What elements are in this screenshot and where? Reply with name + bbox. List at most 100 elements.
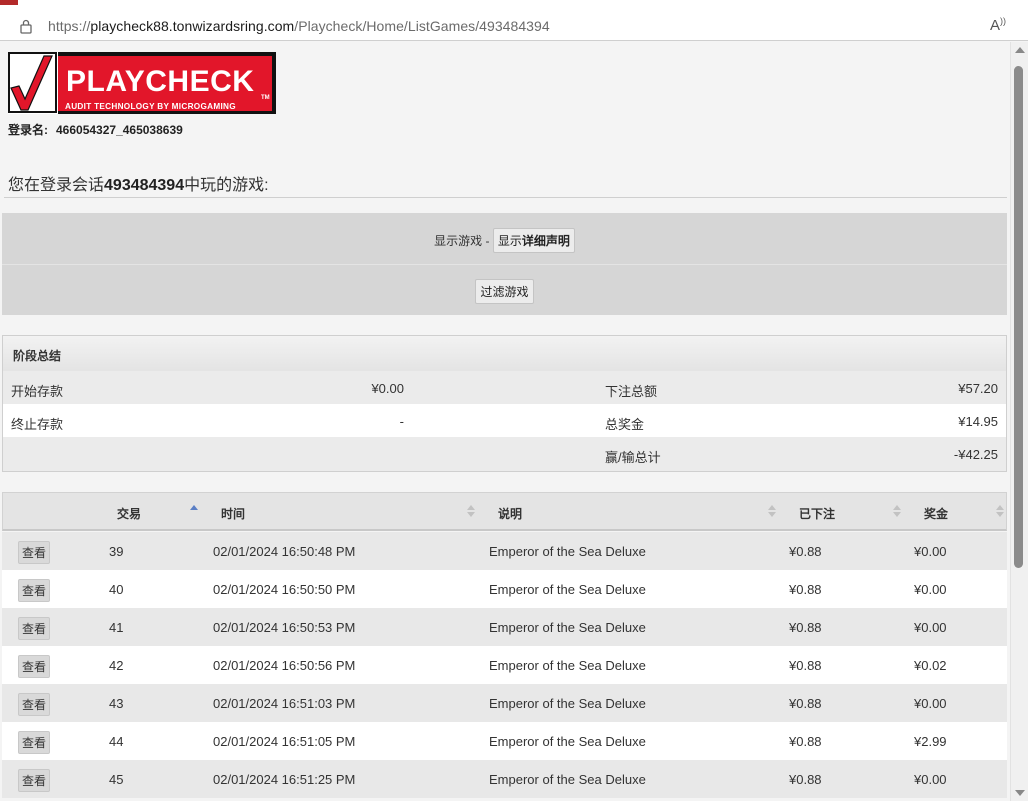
table-body: 查看 39 02/01/2024 16:50:48 PM Emperor of the…: [2, 532, 1007, 798]
transaction-cell: 42: [109, 658, 124, 673]
bet-cell: ¥0.88: [789, 734, 822, 749]
view-button[interactable]: 查看: [18, 541, 51, 564]
closing-balance-label: 终止存款: [11, 417, 64, 432]
login-value: 466054327_465038639: [56, 123, 183, 137]
url-host: playcheck88.tonwizardsring.com: [90, 18, 295, 34]
view-button[interactable]: 查看: [18, 617, 51, 640]
transaction-cell: 43: [109, 696, 124, 711]
playcheck-logo: PLAYCHECK TM AUDIT TECHNOLOGY BY MICROGA…: [8, 52, 276, 114]
filter-games-button[interactable]: 过滤游戏: [475, 279, 534, 304]
url-prefix: https://: [48, 18, 91, 34]
sort-icon[interactable]: [768, 505, 776, 519]
vertical-scrollbar[interactable]: [1010, 42, 1028, 801]
description-cell: Emperor of the Sea Deluxe: [489, 582, 646, 597]
win-cell: ¥0.00: [914, 696, 947, 711]
table-row: 查看 43 02/01/2024 16:51:03 PM Emperor of the…: [2, 684, 1007, 722]
description-cell: Emperor of the Sea Deluxe: [489, 658, 646, 673]
opening-balance-label: 开始存款: [11, 384, 64, 399]
description-cell: Emperor of the Sea Deluxe: [489, 772, 646, 787]
column-header-transaction[interactable]: 交易: [117, 505, 141, 522]
logo-tm: TM: [261, 95, 270, 101]
transaction-cell: 41: [109, 620, 124, 635]
scroll-down-icon[interactable]: [1015, 790, 1025, 796]
column-header-bet[interactable]: 已下注: [799, 505, 835, 522]
show-detailed-statement-button[interactable]: 显示详细声明: [492, 228, 575, 253]
period-summary-panel: 阶段总结 开始存款 ¥0.00 下注总额 ¥57.20 终止存款 - 总奖金 ¥…: [2, 335, 1007, 472]
bet-cell: ¥0.88: [789, 544, 822, 559]
view-button[interactable]: 查看: [18, 579, 51, 602]
closing-balance-value: -: [399, 414, 404, 429]
opening-balance-value: ¥0.00: [371, 381, 404, 396]
time-cell: 02/01/2024 16:51:05 PM: [213, 734, 356, 749]
bet-cell: ¥0.88: [789, 658, 822, 673]
time-cell: 02/01/2024 16:50:50 PM: [213, 582, 356, 597]
login-label: 登录名:: [8, 123, 48, 137]
time-cell: 02/01/2024 16:51:03 PM: [213, 696, 356, 711]
column-header-description[interactable]: 说明: [498, 505, 522, 522]
sort-icon[interactable]: [893, 505, 901, 519]
sort-ascending-icon[interactable]: [190, 505, 198, 519]
total-win-label: 总奖金: [605, 417, 645, 432]
summary-header: 阶段总结: [3, 336, 1006, 371]
address-bar[interactable]: https://playcheck88.tonwizardsring.com/P…: [0, 11, 1028, 41]
description-cell: Emperor of the Sea Deluxe: [489, 734, 646, 749]
transaction-cell: 45: [109, 772, 124, 787]
sort-icon[interactable]: [996, 505, 1004, 519]
table-row: 查看 44 02/01/2024 16:51:05 PM Emperor of the…: [2, 722, 1007, 760]
win-cell: ¥0.00: [914, 620, 947, 635]
net-total-label: 赢/输总计: [605, 450, 661, 465]
logo-text: PLAYCHECK: [66, 65, 254, 98]
scrollbar-thumb[interactable]: [1014, 66, 1023, 568]
summary-title: 阶段总结: [13, 349, 62, 363]
time-cell: 02/01/2024 16:51:25 PM: [213, 772, 356, 787]
page-content: PLAYCHECK TM AUDIT TECHNOLOGY BY MICROGA…: [0, 42, 1010, 801]
time-cell: 02/01/2024 16:50:48 PM: [213, 544, 356, 559]
description-cell: Emperor of the Sea Deluxe: [489, 696, 646, 711]
transaction-cell: 40: [109, 582, 124, 597]
detail-button-bold: 详细声明: [521, 234, 570, 248]
show-games-line: 显示游戏 - 显示详细声明: [2, 228, 1007, 253]
read-aloud-icon[interactable]: A)): [990, 16, 1006, 34]
detail-button-prefix: 显示: [497, 234, 522, 248]
session-id: 493484394: [104, 177, 185, 194]
lock-icon[interactable]: [18, 18, 34, 34]
url-path: /Playcheck/Home/ListGames/493484394: [294, 18, 550, 34]
win-cell: ¥0.02: [914, 658, 947, 673]
view-button[interactable]: 查看: [18, 769, 51, 792]
win-cell: ¥0.00: [914, 544, 947, 559]
table-row: 查看 40 02/01/2024 16:50:50 PM Emperor of the…: [2, 570, 1007, 608]
session-title-prefix: 您在登录会话: [8, 177, 105, 194]
scroll-up-icon[interactable]: [1015, 47, 1025, 53]
column-header-win[interactable]: 奖金: [924, 505, 948, 522]
summary-row: 赢/输总计 -¥42.25: [3, 437, 1006, 471]
bet-cell: ¥0.88: [789, 772, 822, 787]
transaction-cell: 44: [109, 734, 124, 749]
login-info: 登录名: 466054327_465038639: [8, 121, 183, 138]
column-header-time[interactable]: 时间: [221, 505, 245, 522]
title-divider: [4, 197, 1007, 198]
table-row: 查看 42 02/01/2024 16:50:56 PM Emperor of the…: [2, 646, 1007, 684]
tab-favicon-icon: [0, 0, 18, 5]
description-cell: Emperor of the Sea Deluxe: [489, 544, 646, 559]
time-cell: 02/01/2024 16:50:56 PM: [213, 658, 356, 673]
description-cell: Emperor of the Sea Deluxe: [489, 620, 646, 635]
session-title: 您在登录会话493484394中玩的游戏:: [8, 171, 269, 195]
win-cell: ¥0.00: [914, 582, 947, 597]
sort-icon[interactable]: [467, 505, 475, 519]
bet-cell: ¥0.88: [789, 696, 822, 711]
view-button[interactable]: 查看: [18, 731, 51, 754]
session-title-suffix: 中玩的游戏:: [184, 177, 269, 194]
filter-games-line: 过滤游戏: [2, 279, 1007, 304]
summary-row: 终止存款 - 总奖金 ¥14.95: [3, 404, 1006, 437]
url-text[interactable]: https://playcheck88.tonwizardsring.com/P…: [48, 18, 550, 34]
win-cell: ¥0.00: [914, 772, 947, 787]
table-row: 查看 41 02/01/2024 16:50:53 PM Emperor of the…: [2, 608, 1007, 646]
view-button[interactable]: 查看: [18, 693, 51, 716]
view-button[interactable]: 查看: [18, 655, 51, 678]
filter-separator: [2, 264, 1007, 265]
time-cell: 02/01/2024 16:50:53 PM: [213, 620, 356, 635]
net-total-value: -¥42.25: [953, 447, 998, 462]
table-header: 交易 时间 说明 已下注 奖金: [2, 492, 1007, 531]
total-bet-value: ¥57.20: [958, 381, 998, 396]
logo-tagline: AUDIT TECHNOLOGY BY MICROGAMING: [65, 102, 236, 111]
